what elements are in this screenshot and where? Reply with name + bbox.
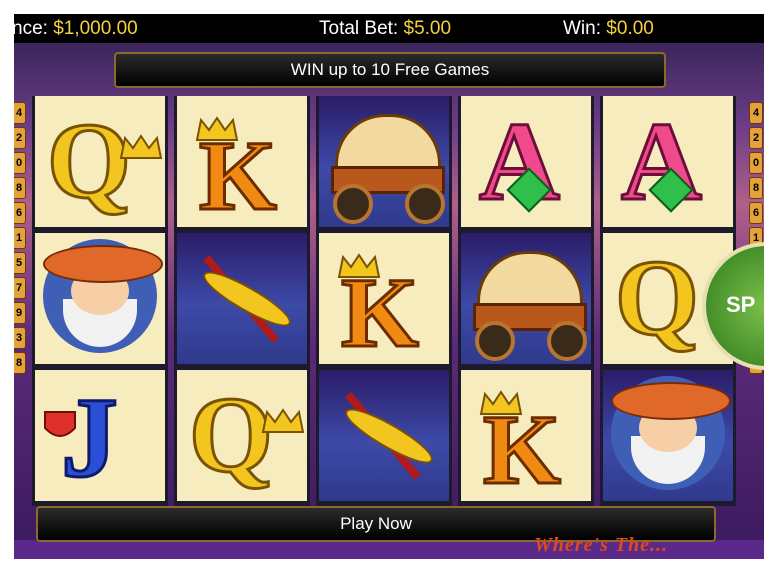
reel-2: K Q <box>174 96 310 506</box>
payline-marker[interactable]: 6 <box>14 202 26 224</box>
queen-letter: Q <box>613 238 700 360</box>
wagon-symbol <box>319 96 449 227</box>
ace-letter: A <box>478 99 562 226</box>
payline-marker[interactable]: 1 <box>14 227 26 249</box>
pickaxe-symbol <box>319 370 449 501</box>
shield-icon <box>44 411 76 437</box>
ace-letter: A <box>620 99 704 226</box>
status-bar: nce: $1,000.00 Total Bet: $5.00 Win: $0.… <box>14 14 764 43</box>
payline-marker[interactable]: 4 <box>14 102 26 124</box>
win-display: Win: $0.00 <box>563 14 654 43</box>
crown-icon <box>195 116 239 141</box>
king-symbol: K <box>177 96 307 227</box>
reel-3: K <box>316 96 452 506</box>
crown-icon <box>261 408 305 433</box>
balance-label: nce: <box>14 18 48 39</box>
win-value: $0.00 <box>606 18 654 39</box>
free-games-banner: WIN up to 10 Free Games <box>114 52 666 88</box>
spin-label: SP <box>726 292 756 317</box>
prospector-symbol <box>35 233 165 364</box>
total-bet-label: Total Bet: <box>319 18 399 39</box>
wagon-symbol <box>461 233 591 364</box>
queen-symbol: Q <box>35 96 165 227</box>
crown-icon <box>119 134 163 159</box>
payline-marker[interactable]: 5 <box>14 252 26 274</box>
total-bet-display: Total Bet: $5.00 <box>319 14 451 43</box>
prospector-icon <box>43 239 163 353</box>
payline-marker[interactable]: 0 <box>14 152 26 174</box>
payline-marker[interactable]: 4 <box>749 102 763 124</box>
ace-symbol: A <box>461 96 591 227</box>
paylines-left: 4 2 0 8 6 1 5 7 9 3 8 <box>14 102 26 377</box>
payline-marker[interactable]: 8 <box>14 177 26 199</box>
queen-letter: Q <box>45 101 132 223</box>
crown-icon <box>337 253 381 278</box>
jack-symbol: J <box>35 370 165 501</box>
slot-game-frame: nce: $1,000.00 Total Bet: $5.00 Win: $0.… <box>14 14 764 559</box>
king-symbol: K <box>461 370 591 501</box>
payline-marker[interactable]: 3 <box>14 327 26 349</box>
total-bet-value: $5.00 <box>403 18 452 39</box>
reel-4: A K <box>458 96 594 506</box>
payline-marker[interactable]: 7 <box>14 277 26 299</box>
balance-value: $1,000.00 <box>53 18 138 39</box>
balance-display: nce: $1,000.00 <box>14 14 138 43</box>
payline-marker[interactable]: 2 <box>14 127 26 149</box>
payline-marker[interactable]: 8 <box>14 352 26 374</box>
ace-symbol: A <box>603 96 733 227</box>
king-symbol: K <box>319 233 449 364</box>
pickaxe-symbol <box>177 233 307 364</box>
payline-marker[interactable]: 6 <box>749 202 763 224</box>
win-label: Win: <box>563 18 601 39</box>
payline-marker[interactable]: 8 <box>749 177 763 199</box>
game-logo: Where's The... <box>534 534 668 556</box>
reel-1: Q J <box>32 96 168 506</box>
payline-marker[interactable]: 0 <box>749 152 763 174</box>
crown-icon <box>479 390 523 415</box>
payline-marker[interactable]: 2 <box>749 127 763 149</box>
payline-marker[interactable]: 9 <box>14 302 26 324</box>
queen-symbol: Q <box>177 370 307 501</box>
queen-letter: Q <box>187 375 274 497</box>
prospector-icon <box>611 376 731 490</box>
prospector-symbol <box>603 370 733 501</box>
